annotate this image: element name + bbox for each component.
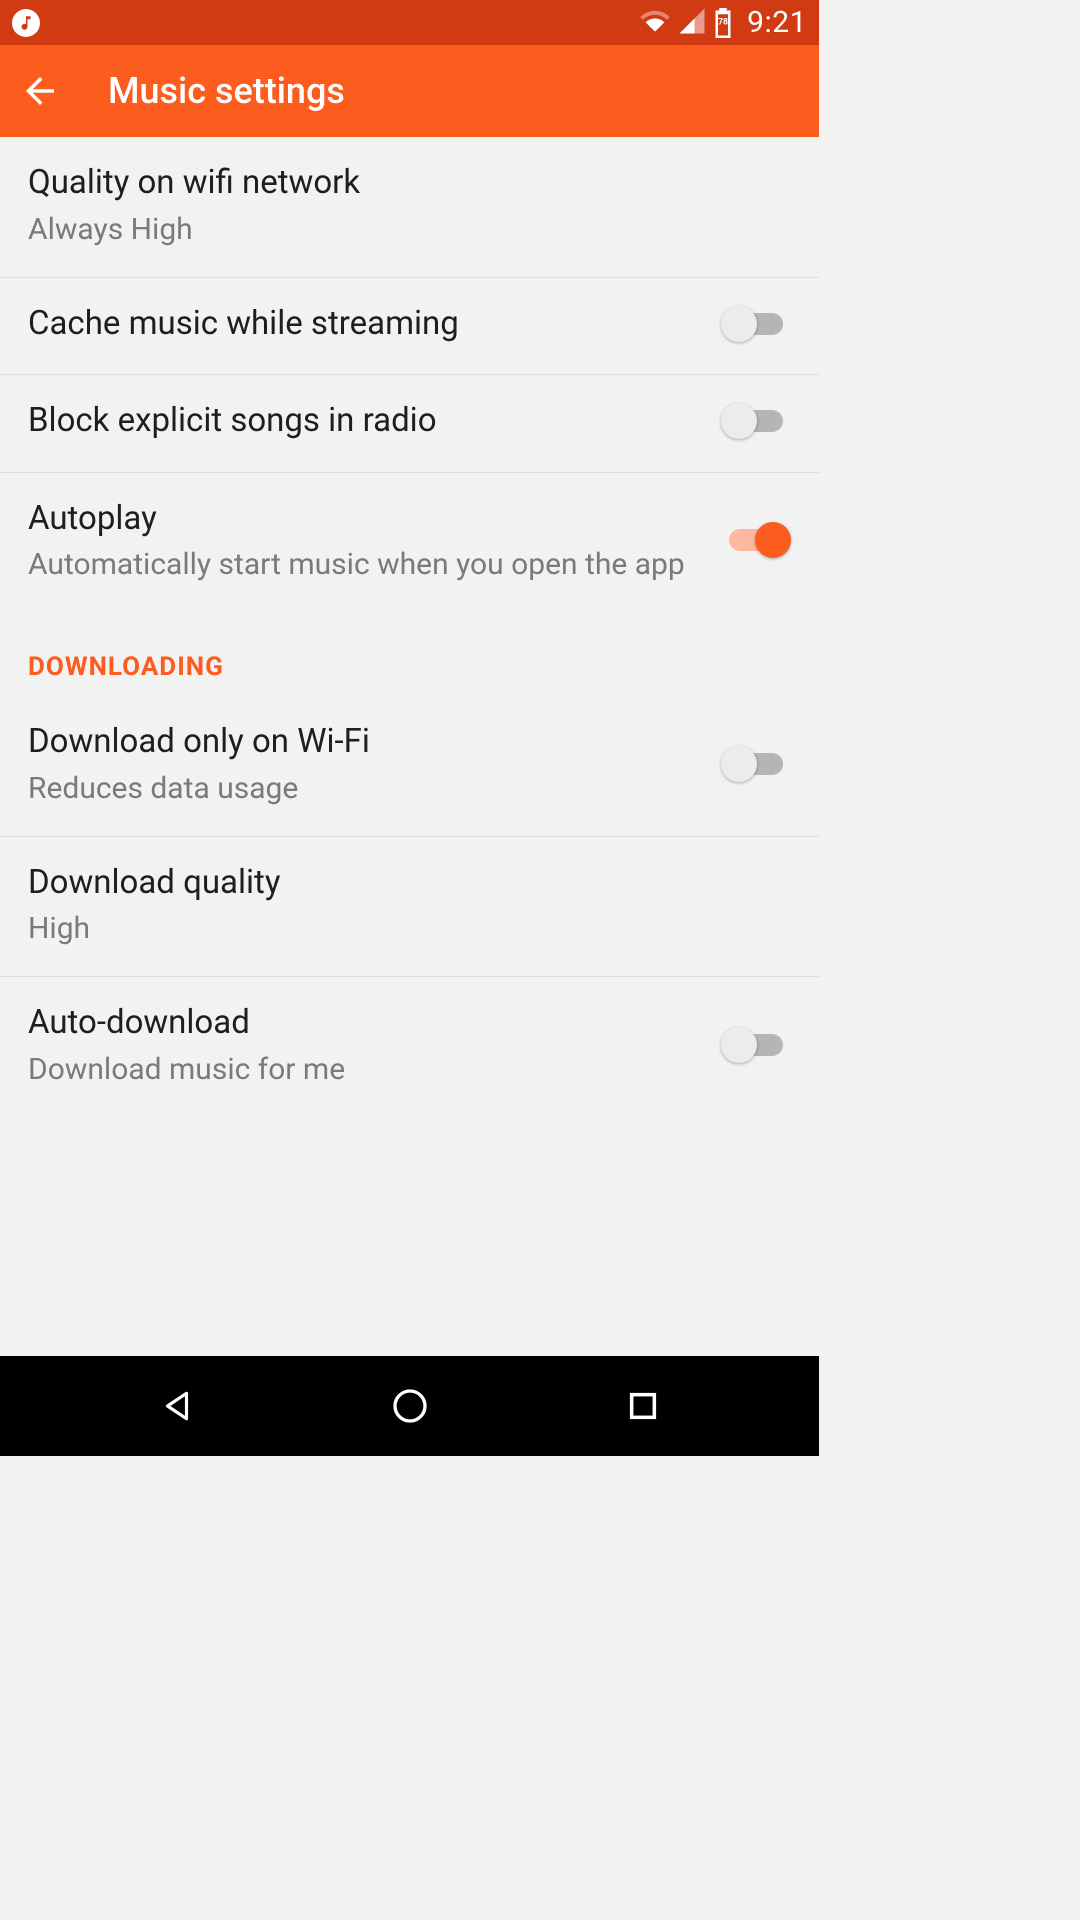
setting-title: Autoplay (28, 497, 701, 542)
app-bar: Music settings (0, 45, 819, 137)
battery-icon: 78 (713, 8, 733, 38)
section-header-downloading: DOWNLOADING (0, 612, 819, 696)
music-app-icon (12, 9, 40, 37)
nav-recent-button[interactable] (619, 1382, 667, 1430)
back-button[interactable] (10, 61, 70, 121)
setting-title: Auto-download (28, 1001, 701, 1046)
status-clock: 9:21 (747, 5, 807, 40)
setting-title: Download only on Wi-Fi (28, 720, 701, 765)
setting-value: High (28, 909, 771, 948)
setting-download-quality[interactable]: Download quality High (0, 837, 819, 978)
status-bar: 78 9:21 (0, 0, 819, 45)
toggle-block-explicit[interactable] (721, 402, 791, 440)
nav-home-button[interactable] (386, 1382, 434, 1430)
system-nav-bar (0, 1356, 819, 1456)
setting-subtitle: Reduces data usage (28, 769, 701, 808)
svg-text:78: 78 (718, 17, 728, 27)
setting-quality-wifi[interactable]: Quality on wifi network Always High (0, 137, 819, 278)
cell-signal-icon (677, 6, 707, 40)
setting-auto-download[interactable]: Auto-download Download music for me (0, 977, 819, 1117)
setting-title: Block explicit songs in radio (28, 399, 701, 444)
setting-autoplay[interactable]: Autoplay Automatically start music when … (0, 473, 819, 613)
nav-back-button[interactable] (153, 1382, 201, 1430)
setting-title: Download quality (28, 861, 771, 906)
setting-cache-streaming[interactable]: Cache music while streaming (0, 278, 819, 376)
setting-value: Always High (28, 210, 771, 249)
setting-subtitle: Automatically start music when you open … (28, 545, 701, 584)
setting-subtitle: Download music for me (28, 1050, 701, 1089)
toggle-cache-streaming[interactable] (721, 305, 791, 343)
settings-list: Quality on wifi network Always High Cach… (0, 137, 819, 1356)
toggle-autoplay[interactable] (721, 521, 791, 559)
setting-block-explicit[interactable]: Block explicit songs in radio (0, 375, 819, 473)
toggle-download-wifi-only[interactable] (721, 745, 791, 783)
wifi-icon (639, 5, 671, 41)
setting-download-wifi-only[interactable]: Download only on Wi-Fi Reduces data usag… (0, 696, 819, 837)
setting-title: Quality on wifi network (28, 161, 771, 206)
page-title: Music settings (108, 70, 345, 112)
toggle-auto-download[interactable] (721, 1026, 791, 1064)
setting-title: Cache music while streaming (28, 302, 701, 347)
